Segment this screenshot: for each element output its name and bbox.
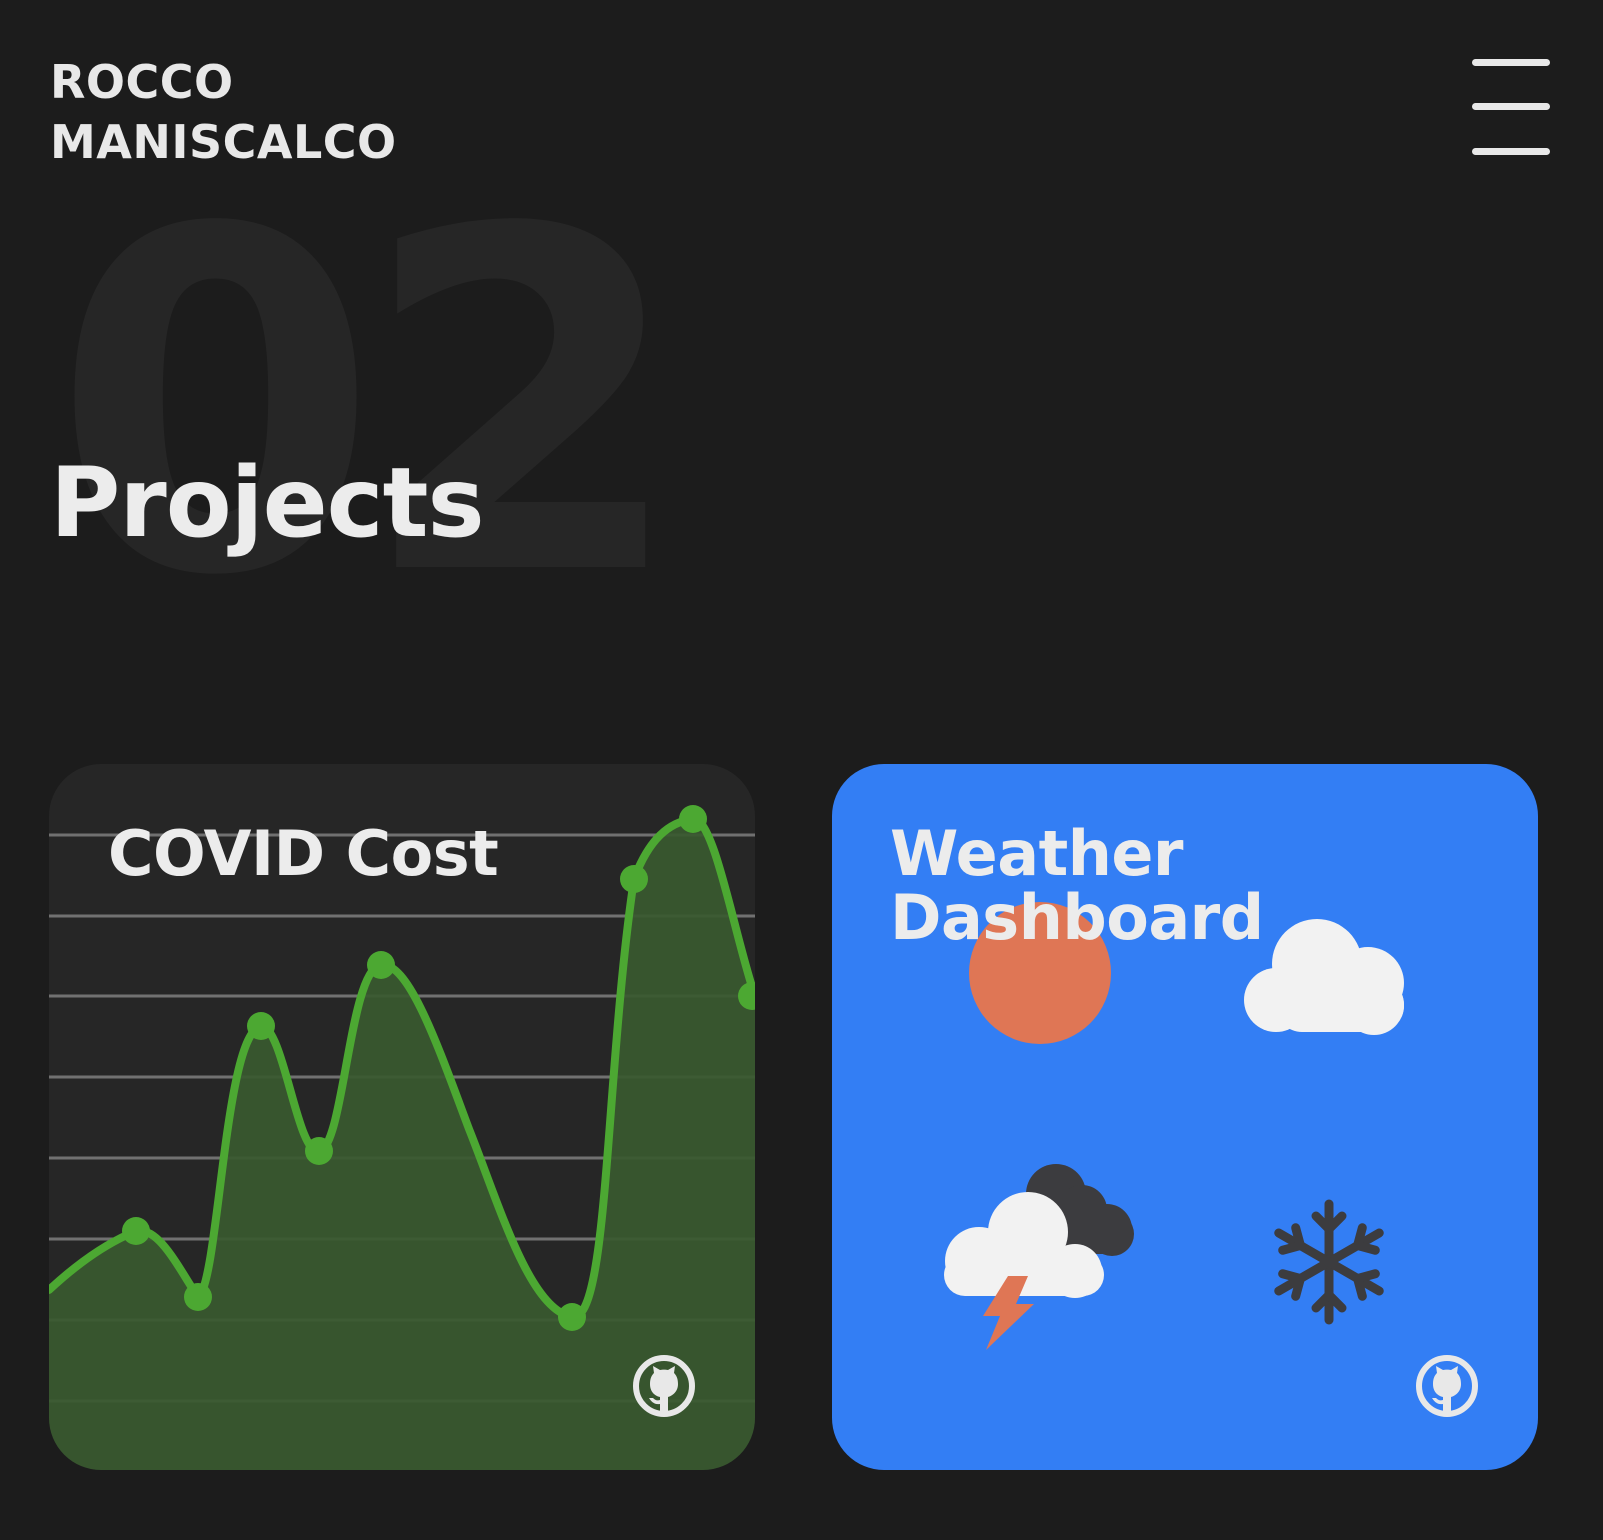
chart-point <box>679 805 707 833</box>
hamburger-icon-bar <box>1472 148 1550 155</box>
cloud-icon <box>1244 919 1404 1035</box>
chart-point <box>247 1012 275 1040</box>
project-title-line: Weather <box>890 817 1183 890</box>
project-title: Weather Dashboard <box>890 822 1264 950</box>
hamburger-icon-bar <box>1472 103 1550 110</box>
project-title-line: Dashboard <box>890 881 1264 954</box>
section-title: Projects <box>50 447 485 559</box>
chart-point <box>305 1137 333 1165</box>
snowflake-icon <box>1274 1199 1384 1325</box>
page: ROCCO MANISCALCO 02 Projects COVID Cost … <box>0 0 1603 1540</box>
project-title: COVID Cost <box>108 817 499 890</box>
github-icon[interactable] <box>632 1354 696 1418</box>
chart-point <box>122 1217 150 1245</box>
logo-first-name: ROCCO <box>50 55 234 109</box>
chart-point <box>184 1283 212 1311</box>
project-card-covid-cost[interactable]: COVID Cost <box>49 764 755 1470</box>
chart-point <box>620 865 648 893</box>
chart-point <box>558 1303 586 1331</box>
menu-button[interactable] <box>1468 55 1552 159</box>
section-number: 02 <box>52 131 686 678</box>
github-icon[interactable] <box>1415 1354 1479 1418</box>
hamburger-icon <box>1472 59 1550 66</box>
chart-point <box>367 951 395 979</box>
project-card-weather-dashboard[interactable]: Weather Dashboard <box>832 764 1538 1470</box>
